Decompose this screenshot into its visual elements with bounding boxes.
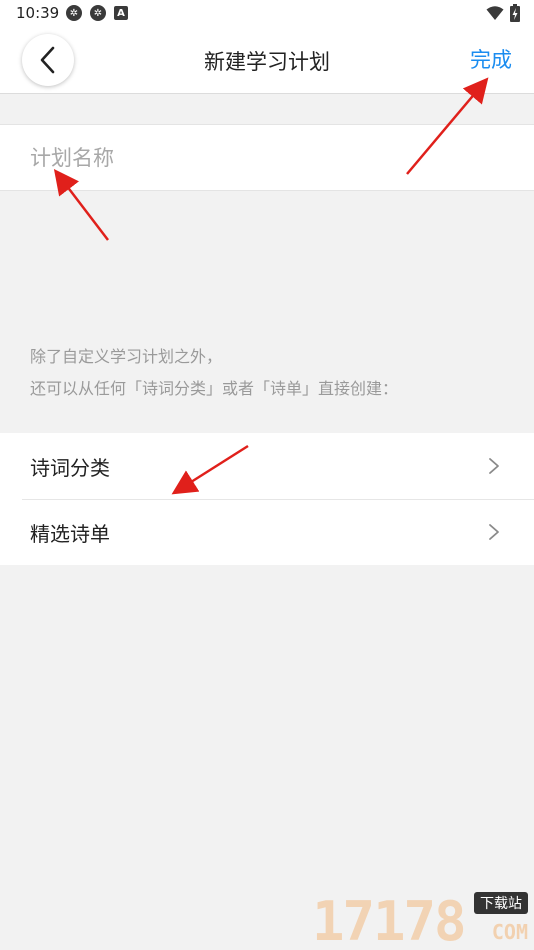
chevron-right-icon (489, 458, 499, 474)
wifi-icon (486, 6, 504, 20)
menu-item-poem-categories[interactable]: 诗词分类 (0, 433, 534, 499)
hint-line-1: 除了自定义学习计划之外， (30, 347, 223, 366)
watermark-tag: 下载站 (474, 892, 528, 914)
back-button[interactable] (22, 34, 74, 86)
notification-icon: ✲ (90, 5, 106, 21)
app-icon: A (114, 6, 128, 20)
chevron-left-icon (40, 46, 55, 74)
status-bar: 10:39 ✲ ✲ A (0, 0, 534, 28)
plan-name-row (0, 124, 534, 191)
menu-item-label: 精选诗单 (30, 521, 110, 546)
menu-item-featured-poem-lists[interactable]: 精选诗单 (0, 499, 534, 565)
status-time: 10:39 (16, 4, 60, 22)
chevron-right-icon (489, 524, 499, 540)
watermark-suffix: COM (491, 920, 528, 944)
done-button[interactable]: 完成 (470, 44, 512, 74)
hint-line-2: 还可以从任何「诗词分类」或者「诗单」直接创建： (30, 379, 399, 398)
menu-list: 诗词分类 精选诗单 (0, 433, 534, 565)
menu-item-label: 诗词分类 (30, 455, 110, 480)
hint-text: 除了自定义学习计划之外， 还可以从任何「诗词分类」或者「诗单」直接创建： (30, 341, 398, 405)
watermark-logo: 17178 下载站 COM (312, 888, 534, 950)
page-title: 新建学习计划 (204, 50, 330, 74)
watermark-digits: 17178 (312, 890, 467, 950)
status-icons-left: ✲ ✲ A (66, 5, 128, 21)
status-icons-right (486, 4, 520, 22)
plan-name-input[interactable] (30, 139, 500, 177)
battery-icon (510, 4, 520, 22)
notification-icon: ✲ (66, 5, 82, 21)
nav-bar: 新建学习计划 完成 (0, 28, 534, 94)
